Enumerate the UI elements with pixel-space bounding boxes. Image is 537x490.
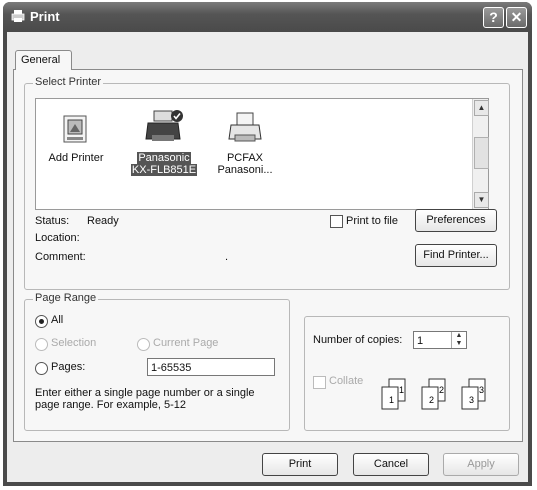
page-range-legend: Page Range <box>33 292 99 304</box>
scroll-thumb[interactable] <box>474 137 489 169</box>
apply-button[interactable]: Apply <box>443 453 519 476</box>
scroll-down-arrow-icon[interactable]: ▼ <box>474 192 489 208</box>
tab-general[interactable]: General <box>15 50 72 70</box>
default-printer-icon <box>145 110 183 141</box>
title-bar[interactable]: Print ? ✕ <box>3 2 532 32</box>
collate-label: Collate <box>329 375 364 387</box>
cancel-button[interactable]: Cancel <box>353 453 429 476</box>
pages-input[interactable]: 1-65535 <box>147 358 275 376</box>
select-printer-legend: Select Printer <box>33 76 104 88</box>
tab-general-label: General <box>21 54 61 66</box>
current-page-radio[interactable] <box>137 338 150 351</box>
preferences-button[interactable]: Preferences <box>415 209 497 232</box>
number-of-copies-label: Number of copies: <box>313 334 403 346</box>
spin-up-icon[interactable]: ▲ <box>452 332 466 340</box>
comment-value: . <box>225 251 229 263</box>
general-tab-panel: Select Printer Add Printer Panasonic KX-… <box>13 69 523 442</box>
panasonic-printer-label: Panasonic KX-FLB851E <box>130 152 198 176</box>
pages-label: Pages: <box>51 361 86 373</box>
window-title: Print <box>30 9 60 24</box>
printer-item-pcfax[interactable]: PCFAX Panasoni... <box>210 111 280 176</box>
add-printer-icon <box>63 115 87 143</box>
fax-printer-icon <box>228 112 262 142</box>
collate-page-number: 3 <box>479 385 484 395</box>
select-printer-group: Select Printer Add Printer Panasonic KX-… <box>24 76 510 290</box>
copies-spinner[interactable]: ▲ ▼ <box>451 332 466 348</box>
printer-item-panasonic-kx-flb851e[interactable]: Panasonic KX-FLB851E <box>126 109 202 176</box>
printer-icon <box>11 10 25 22</box>
comment-label: Comment: <box>35 251 86 263</box>
pages-radio[interactable] <box>35 362 48 375</box>
location-label: Location: <box>35 232 80 244</box>
collate-pages-icon: 1 1 2 2 3 3 <box>381 378 486 410</box>
all-pages-label: All <box>51 314 64 326</box>
page-range-hint: Enter either a single page number or a s… <box>35 387 255 411</box>
printer-list[interactable]: Add Printer Panasonic KX-FLB851E PCFAX P… <box>35 98 489 210</box>
print-to-file-checkbox[interactable] <box>330 215 343 228</box>
print-to-file-label: Print to file <box>346 215 398 227</box>
print-button[interactable]: Print <box>262 453 338 476</box>
add-printer-label: Add Printer <box>48 152 104 164</box>
current-page-label: Current Page <box>153 337 219 349</box>
status-label: Status: <box>35 215 70 227</box>
dialog-client-area: General Select Printer Add Printer Panas… <box>7 32 528 482</box>
collate-page-number: 1 <box>399 385 404 395</box>
collate-page-number: 3 <box>469 395 474 405</box>
collate-checkbox[interactable] <box>313 376 326 389</box>
copies-group: Number of copies: 1 ▲ ▼ Collate 1 1 2 2 … <box>304 316 510 431</box>
all-pages-radio[interactable] <box>35 315 48 328</box>
scroll-up-arrow-icon[interactable]: ▲ <box>474 100 489 116</box>
status-value: Ready <box>87 215 119 227</box>
print-dialog: Print ? ✕ General Select Printer Add Pri… <box>3 2 532 486</box>
page-range-group: Page Range All Selection Current Page Pa… <box>24 292 290 431</box>
collate-page-number: 2 <box>439 385 444 395</box>
printer-item-add-printer[interactable]: Add Printer <box>42 113 110 164</box>
spin-down-icon[interactable]: ▼ <box>452 340 466 348</box>
close-button[interactable]: ✕ <box>506 7 527 28</box>
selection-label: Selection <box>51 337 97 349</box>
help-button[interactable]: ? <box>483 7 504 28</box>
printer-list-scrollbar[interactable]: ▲ ▼ <box>472 99 489 209</box>
collate-page-number: 2 <box>429 395 434 405</box>
pcfax-printer-label: PCFAX Panasoni... <box>217 152 273 176</box>
find-printer-button[interactable]: Find Printer... <box>415 244 497 267</box>
selection-radio[interactable] <box>35 338 48 351</box>
collate-page-number: 1 <box>389 395 394 405</box>
